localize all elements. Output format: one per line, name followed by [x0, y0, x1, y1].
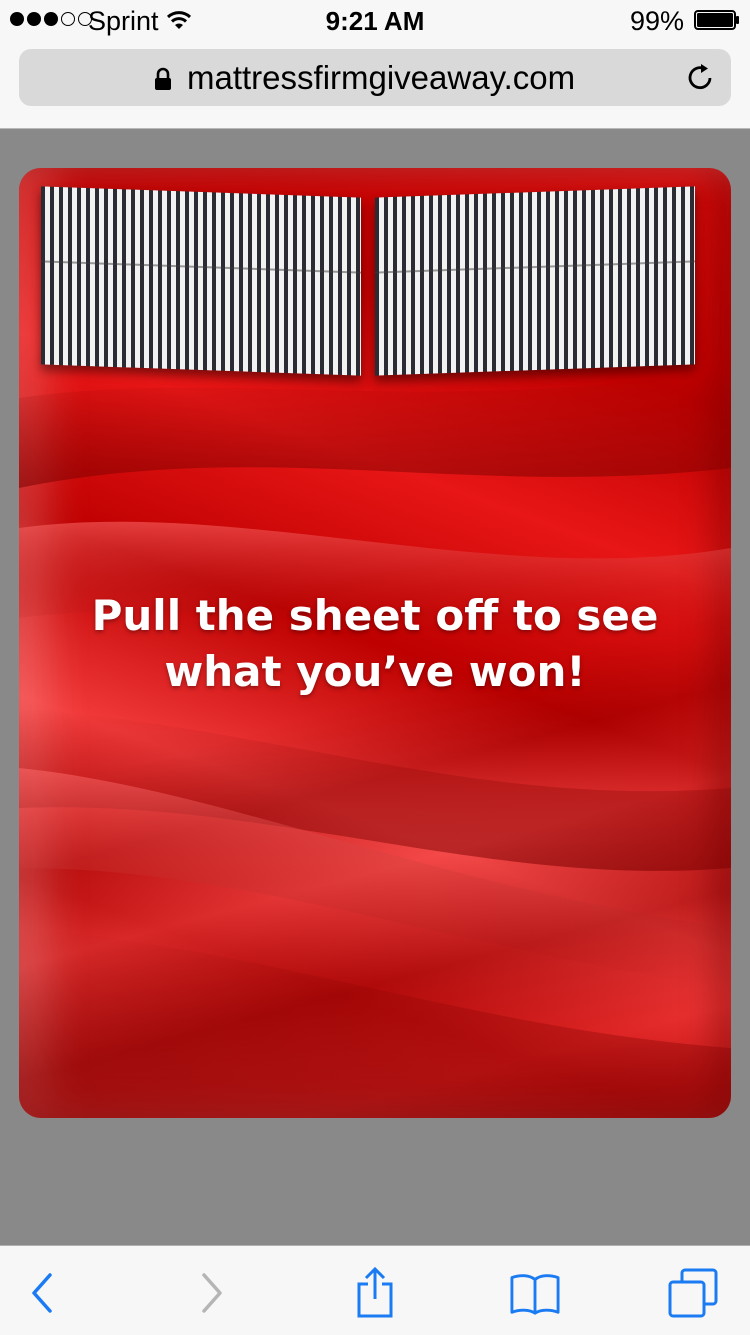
scratch-instruction: Pull the sheet off to see what you’ve wo… [91, 591, 659, 696]
reload-icon[interactable] [685, 61, 717, 93]
bookmarks-icon [510, 1274, 560, 1315]
scratch-sheet-card[interactable]: Pull the sheet off to see what you’ve wo… [19, 168, 731, 1118]
url-text: mattressfirmgiveaway.com [187, 59, 576, 96]
tabs-icon [668, 1268, 718, 1318]
bookmarks-button[interactable] [510, 1268, 560, 1318]
forward-button[interactable] [186, 1268, 236, 1318]
share-button[interactable] [350, 1267, 400, 1318]
address-bar[interactable]: mattressfirmgiveaway.com [19, 49, 731, 106]
battery-percent: 99% [629, 6, 684, 36]
lock-icon [155, 67, 171, 90]
status-bar: Sprint 9:21 AM 99% [0, 0, 750, 40]
back-icon [32, 1273, 52, 1313]
browser-address-area: mattressfirmgiveaway.com [0, 40, 750, 129]
battery-icon [694, 10, 739, 30]
forward-icon [202, 1273, 222, 1313]
browser-toolbar [0, 1245, 750, 1335]
share-icon [357, 1267, 393, 1318]
tabs-button[interactable] [668, 1268, 718, 1318]
back-button[interactable] [18, 1268, 68, 1318]
striped-pillow-left [41, 186, 361, 376]
striped-pillow-right [375, 186, 695, 376]
